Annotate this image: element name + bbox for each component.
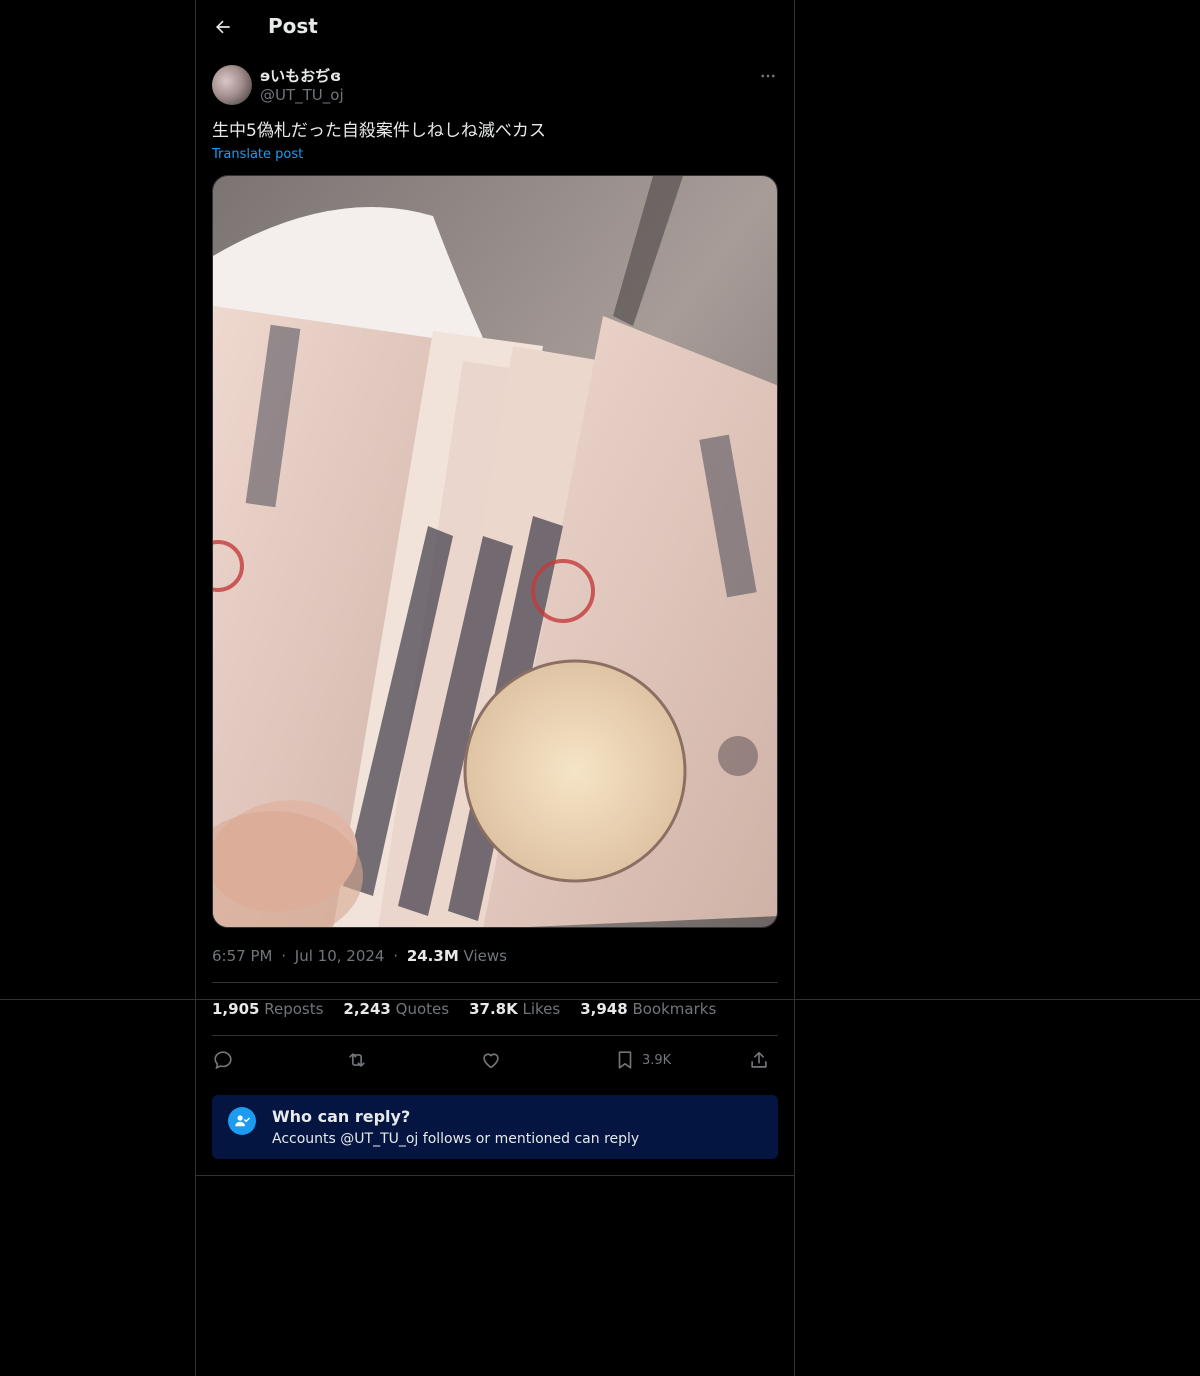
arrow-left-icon [216, 20, 230, 34]
repost-button[interactable] [346, 1044, 368, 1076]
post-column: Post ɘいもおぢɞ @UT_TU_oj 生中5偽札だった自殺案件しねしね滅べ… [195, 0, 795, 1376]
bookmark-button[interactable]: 3.9K [614, 1044, 671, 1076]
quotes-stat[interactable]: 2,243 Quotes [343, 1000, 449, 1018]
more-options-button[interactable] [754, 64, 782, 88]
bookmark-count: 3.9K [642, 1052, 672, 1068]
share-button[interactable] [748, 1044, 770, 1076]
meta-separator: · [281, 947, 287, 965]
meta-separator: · [393, 947, 399, 965]
page-header: Post [196, 0, 794, 54]
author-handle[interactable]: @UT_TU_oj [260, 86, 344, 104]
post-text: 生中5偽札だった自殺案件しねしね滅べカス [212, 121, 546, 141]
reply-restriction-subtitle: Accounts @UT_TU_oj follows or mentioned … [272, 1131, 640, 1147]
bookmarks-stat[interactable]: 3,948 Bookmarks [580, 1000, 716, 1018]
post-time[interactable]: 6:57 PM [212, 947, 272, 965]
translate-post-link[interactable]: Translate post [212, 147, 303, 162]
banknotes-photo [213, 176, 777, 927]
author-display-name[interactable]: ɘいもおぢɞ [260, 65, 341, 86]
user-check-icon [228, 1107, 256, 1135]
more-horizontal-icon [761, 74, 775, 78]
bookmark-icon [618, 1051, 632, 1069]
likes-stat[interactable]: 37.8K Likes [469, 1000, 560, 1018]
back-button[interactable] [208, 12, 238, 42]
divider [212, 1035, 778, 1036]
reposts-stat[interactable]: 1,905 Reposts [212, 1000, 323, 1018]
section-divider [196, 1175, 794, 1176]
views-label: Views [463, 947, 507, 965]
divider [212, 982, 778, 983]
repost-icon [349, 1053, 365, 1067]
page-title: Post [268, 14, 318, 38]
reply-icon [214, 1051, 232, 1070]
like-button[interactable] [480, 1044, 502, 1076]
views-count: 24.3M [406, 947, 459, 965]
reply-button[interactable] [212, 1044, 234, 1076]
like-icon [483, 1053, 499, 1069]
reply-restriction-title: Who can reply? [272, 1107, 411, 1126]
engagement-stats: 1,905 Reposts 2,243 Quotes 37.8K Likes 3… [212, 1000, 716, 1018]
who-can-reply-banner: Who can reply? Accounts @UT_TU_oj follow… [212, 1095, 778, 1159]
post-meta: 6:57 PM · Jul 10, 2024 · 24.3M Views [212, 947, 507, 965]
avatar[interactable] [212, 65, 252, 105]
post-date[interactable]: Jul 10, 2024 [295, 947, 385, 965]
action-bar: 3.9K [212, 1044, 778, 1076]
post-image[interactable] [212, 175, 778, 928]
share-icon [751, 1051, 767, 1068]
